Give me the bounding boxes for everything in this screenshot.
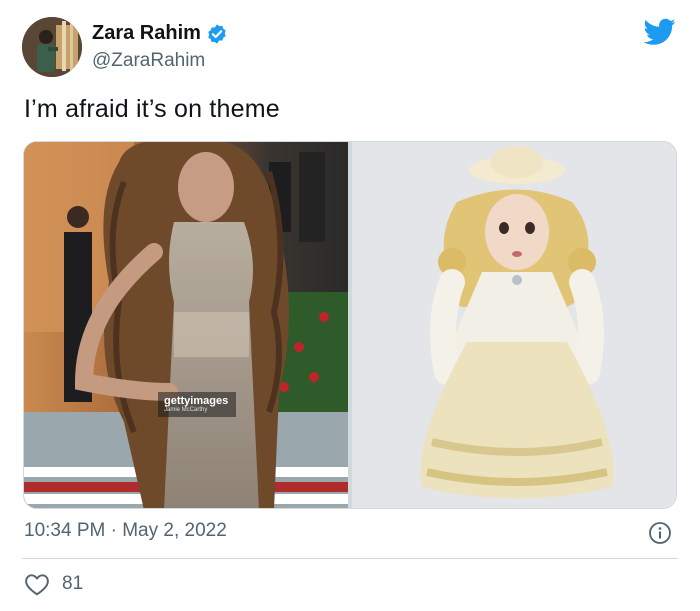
tweet-time[interactable]: 10:34 PM — [24, 520, 105, 541]
user-handle[interactable]: @ZaraRahim — [92, 50, 205, 72]
divider — [22, 558, 678, 559]
tweet-date[interactable]: May 2, 2022 — [122, 520, 227, 541]
tweet-timestamp[interactable]: 10:34 PM · May 2, 2022 — [24, 520, 227, 542]
avatar[interactable] — [22, 17, 82, 77]
display-name[interactable]: Zara Rahim — [92, 22, 228, 45]
verified-badge-icon — [208, 23, 226, 44]
watermark-logo-text: gettyimages — [164, 395, 229, 407]
info-icon[interactable] — [648, 521, 672, 545]
tweet-card: Zara Rahim @ZaraRahim I’m afraid it’s on… — [0, 0, 700, 611]
getty-watermark: gettyimages Jamie McCarthy — [158, 392, 237, 417]
photo-gala-dress[interactable]: gettyimages Jamie McCarthy — [24, 142, 348, 508]
watermark-credit-text: Jamie McCarthy — [164, 407, 208, 413]
timestamp-separator: · — [110, 520, 117, 541]
heart-icon[interactable] — [24, 572, 50, 596]
display-name-text[interactable]: Zara Rahim — [92, 22, 201, 45]
twitter-bird-icon[interactable] — [644, 18, 676, 46]
tweet-media[interactable]: gettyimages Jamie McCarthy — [23, 141, 677, 509]
like-count: 81 — [62, 573, 84, 594]
tweet-text: I’m afraid it’s on theme — [24, 95, 280, 123]
photo-porcelain-doll[interactable] — [352, 142, 676, 508]
like-button[interactable]: 81 — [24, 572, 83, 596]
